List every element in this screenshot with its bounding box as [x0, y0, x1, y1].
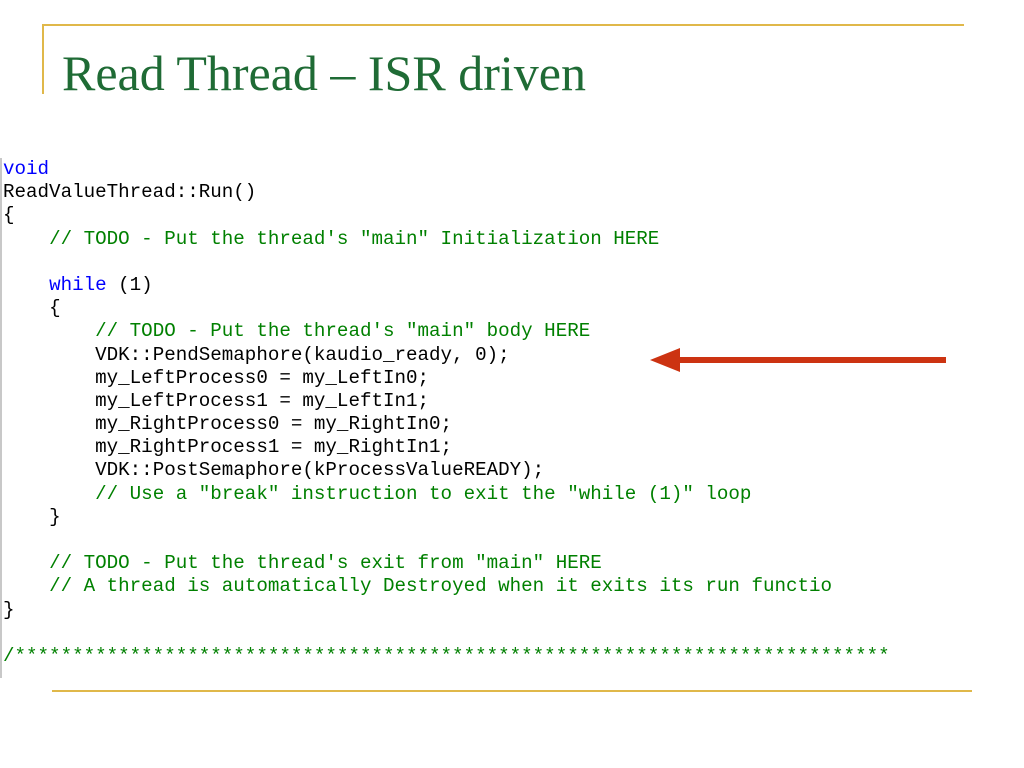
code-text: } — [49, 505, 61, 528]
code-line: { — [3, 204, 890, 227]
slide-title: Read Thread – ISR driven — [62, 45, 586, 101]
code-comment: // TODO - Put the thread's exit from "ma… — [49, 552, 602, 575]
code-keyword: void — [3, 158, 50, 180]
code-text: { — [3, 204, 15, 227]
code-line: VDK::PostSemaphore(kProcessValueREADY); — [3, 459, 890, 482]
title-frame-left — [42, 24, 44, 94]
code-comment: // A thread is automatically Destroyed w… — [49, 575, 833, 598]
code-text: VDK::PendSemaphore(kaudio_ready, 0); — [95, 343, 510, 366]
code-text: my_LeftProcess0 = my_LeftIn0; — [95, 366, 430, 389]
code-line: my_RightProcess1 = my_RightIn1; — [3, 436, 890, 459]
code-line: // TODO - Put the thread's exit from "ma… — [3, 552, 890, 575]
code-comment: /***************************************… — [3, 644, 890, 667]
code-text: my_RightProcess0 = my_RightIn0; — [95, 413, 453, 436]
bottom-rule — [52, 690, 972, 692]
code-comment: // TODO - Put the thread's "main" Initia… — [49, 227, 660, 250]
code-text: { — [49, 297, 61, 320]
code-comment: // TODO - Put the thread's "main" body H… — [95, 320, 591, 343]
code-panel-border — [0, 158, 2, 678]
code-comment: // Use a "break" instruction to exit the… — [95, 482, 752, 505]
code-line: void — [3, 158, 890, 181]
code-line: } — [3, 599, 890, 622]
code-line: // A thread is automatically Destroyed w… — [3, 575, 890, 598]
code-text: } — [3, 598, 15, 621]
code-line: } — [3, 506, 890, 529]
code-line: ReadValueThread::Run() — [3, 181, 890, 204]
code-panel: void ReadValueThread::Run(){ // TODO - Pu… — [0, 158, 1024, 678]
title-frame-top — [42, 24, 964, 26]
code-line: my_RightProcess0 = my_RightIn0; — [3, 413, 890, 436]
code-text: VDK::PostSemaphore(kProcessValueREADY); — [95, 459, 545, 482]
arrow-shaft — [674, 357, 946, 363]
code-text: ReadValueThread::Run() — [3, 181, 257, 204]
code-line: while (1) — [3, 274, 890, 297]
code-line: // TODO - Put the thread's "main" body H… — [3, 320, 890, 343]
code-line: // TODO - Put the thread's "main" Initia… — [3, 228, 890, 251]
arrow-head — [650, 348, 680, 372]
left-arrow-icon — [650, 348, 946, 372]
code-text: my_LeftProcess1 = my_LeftIn1; — [95, 389, 430, 412]
code-text: (1) — [106, 273, 153, 296]
code-line: /***************************************… — [3, 645, 890, 668]
code-keyword: while — [49, 273, 107, 296]
code-text: my_RightProcess1 = my_RightIn1; — [95, 436, 453, 459]
code-line: { — [3, 297, 890, 320]
code-line: my_LeftProcess1 = my_LeftIn1; — [3, 390, 890, 413]
code-line: // Use a "break" instruction to exit the… — [3, 483, 890, 506]
code-listing: void ReadValueThread::Run(){ // TODO - Pu… — [3, 158, 890, 668]
